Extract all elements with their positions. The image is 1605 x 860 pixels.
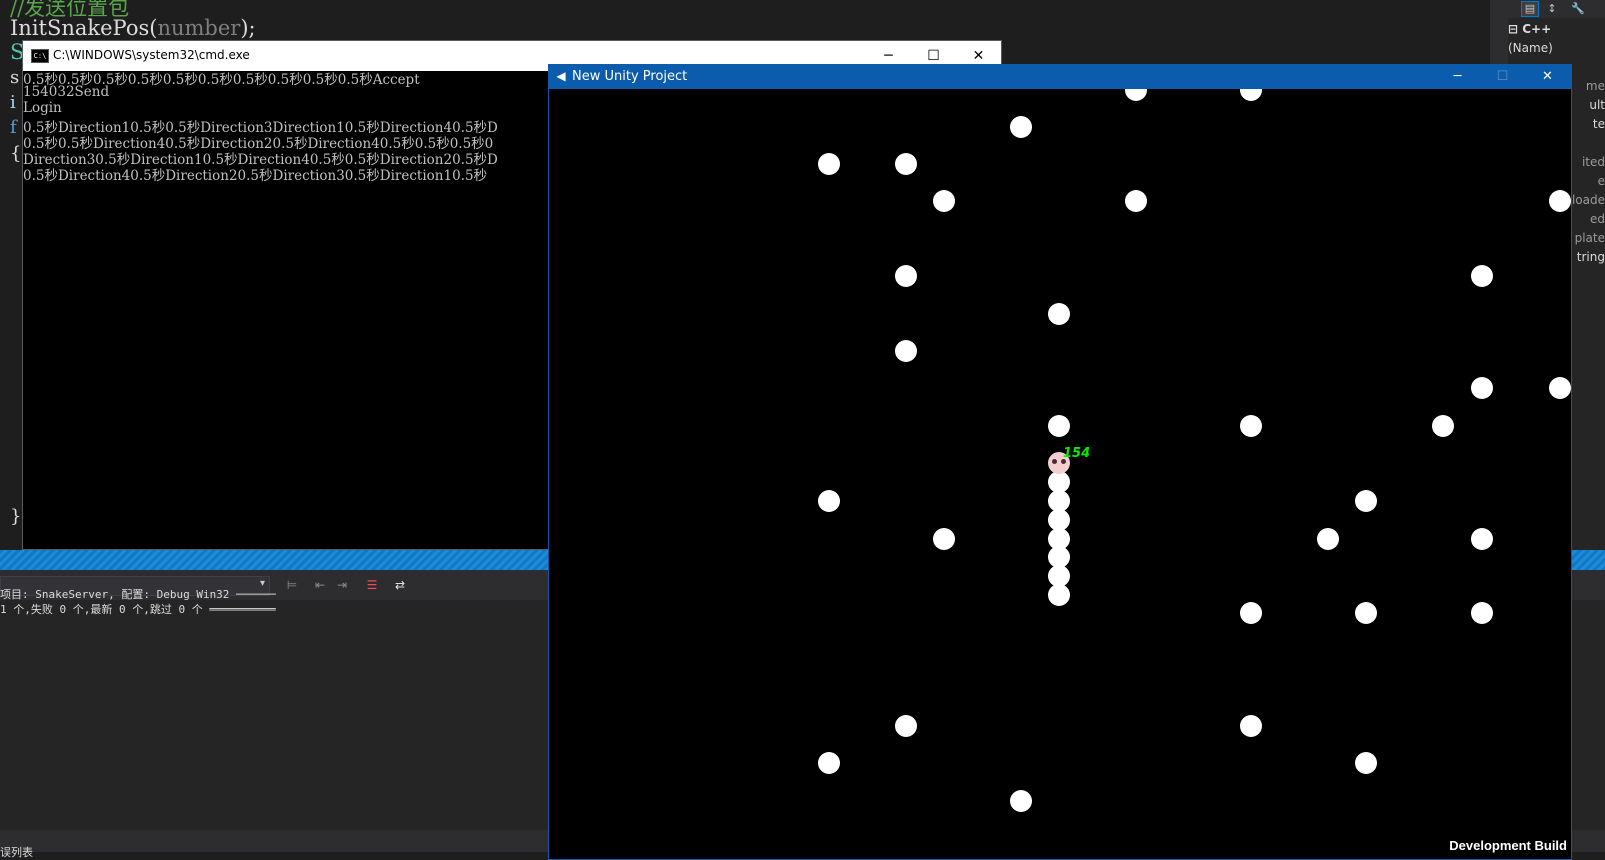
food-dot bbox=[818, 153, 840, 175]
output-line: 1 个,失败 0 个,最新 0 个,跳过 0 个 ══════════ bbox=[0, 603, 276, 616]
output-line: 项目: SnakeServer, 配置: Debug Win32 ────── bbox=[0, 588, 276, 601]
food-dot bbox=[1010, 790, 1032, 812]
cmd-icon: C:\ bbox=[31, 49, 49, 63]
food-dot bbox=[1240, 415, 1262, 437]
cmd-window-title: C:\WINDOWS\system32\cmd.exe bbox=[53, 48, 250, 62]
categorized-icon[interactable]: ▤ bbox=[1521, 1, 1539, 17]
unity-window[interactable]: ◀ New Unity Project ─ ☐ ✕ 154 Developmen… bbox=[548, 64, 1572, 860]
properties-row-category[interactable]: ⊟ C++ bbox=[1508, 20, 1605, 39]
food-dot bbox=[1471, 528, 1493, 550]
code-line-close-brace: } bbox=[10, 506, 22, 527]
food-dot bbox=[895, 153, 917, 175]
food-dot bbox=[1048, 303, 1070, 325]
food-dot bbox=[1355, 752, 1377, 774]
food-dot bbox=[1355, 602, 1377, 624]
food-dot bbox=[895, 715, 917, 737]
properties-toolbar: ▤ ↕ 🔧 bbox=[1508, 0, 1605, 18]
food-dot bbox=[1471, 602, 1493, 624]
unity-titlebar[interactable]: ◀ New Unity Project ─ ☐ ✕ bbox=[548, 64, 1572, 89]
find-message-icon[interactable]: ⊨ bbox=[284, 577, 300, 593]
food-dot bbox=[1240, 602, 1262, 624]
next-message-icon[interactable]: ⇥ bbox=[334, 577, 350, 593]
console-line: 0.5秒Direction40.5秒Direction20.5秒Directio… bbox=[23, 168, 488, 184]
code-line-4: s bbox=[10, 67, 20, 88]
food-dot bbox=[1432, 415, 1454, 437]
tab-error-list[interactable]: 误列表 bbox=[0, 844, 33, 860]
food-dot bbox=[1471, 265, 1493, 287]
food-dot bbox=[895, 340, 917, 362]
food-dot bbox=[1471, 377, 1493, 399]
food-dot bbox=[1125, 89, 1147, 101]
code-line-init-snake-pos: InitSnakePos(number); bbox=[10, 16, 256, 40]
code-line-open-brace: { bbox=[10, 143, 22, 164]
console-line: Login bbox=[23, 100, 62, 116]
console-line: 154032Send bbox=[23, 84, 110, 100]
snake-eye bbox=[1052, 459, 1057, 464]
food-dot bbox=[1355, 490, 1377, 512]
code-line-6: f bbox=[10, 117, 17, 138]
development-build-label: Development Build bbox=[1449, 838, 1567, 853]
food-dot bbox=[1317, 528, 1339, 550]
snake-body-segment bbox=[1048, 584, 1070, 606]
code-line-5: i bbox=[10, 92, 16, 113]
snake-score-label: 154 bbox=[1063, 446, 1091, 461]
food-dot bbox=[1549, 190, 1571, 212]
food-dot bbox=[933, 190, 955, 212]
food-dot bbox=[1125, 190, 1147, 212]
unity-window-title: New Unity Project bbox=[572, 69, 688, 84]
word-wrap-icon[interactable]: ⇄ bbox=[392, 577, 408, 593]
food-dot bbox=[1240, 715, 1262, 737]
minimize-button[interactable]: ─ bbox=[1435, 64, 1480, 89]
unity-logo-icon: ◀ bbox=[556, 69, 566, 83]
food-dot bbox=[1549, 377, 1571, 399]
food-dot bbox=[818, 752, 840, 774]
prev-message-icon[interactable]: ⇤ bbox=[312, 577, 328, 593]
game-viewport[interactable]: 154 Development Build bbox=[549, 89, 1571, 859]
clear-all-icon[interactable]: ☰ bbox=[364, 577, 380, 593]
food-dot bbox=[1010, 116, 1032, 138]
food-dot bbox=[933, 528, 955, 550]
food-dot bbox=[1240, 89, 1262, 101]
alphabetical-icon[interactable]: ↕ bbox=[1544, 2, 1560, 16]
food-dot bbox=[895, 265, 917, 287]
close-button[interactable]: ✕ bbox=[1525, 64, 1570, 89]
properties-row-name[interactable]: (Name) bbox=[1508, 39, 1605, 58]
maximize-button[interactable]: ☐ bbox=[1480, 64, 1525, 89]
food-dot bbox=[818, 490, 840, 512]
wrench-icon[interactable]: 🔧 bbox=[1570, 2, 1586, 16]
food-dot bbox=[1048, 415, 1070, 437]
